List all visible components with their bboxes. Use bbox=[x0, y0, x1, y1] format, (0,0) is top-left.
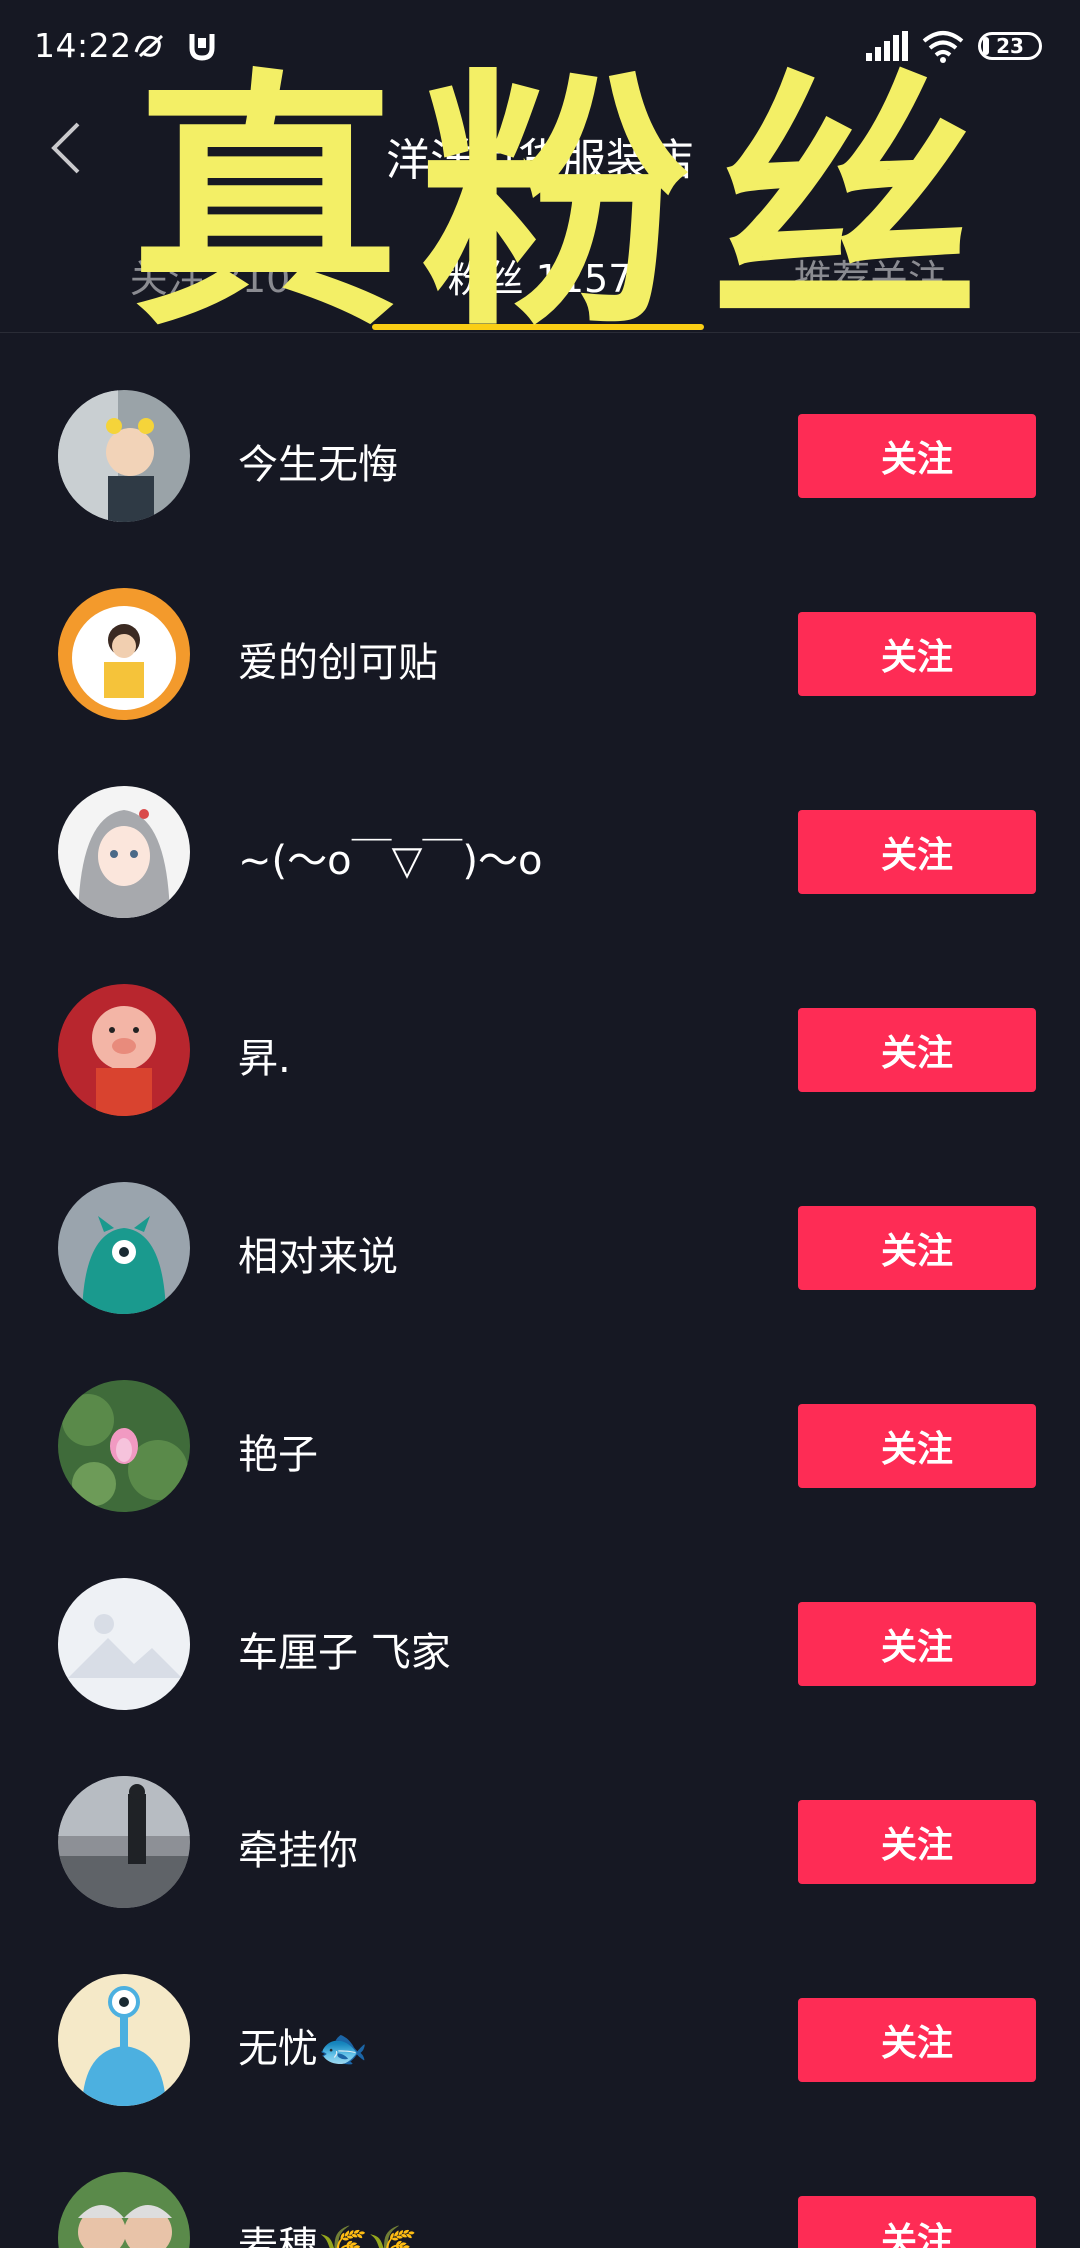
list-item[interactable]: 无忧🐟 关注 bbox=[0, 1916, 1080, 2114]
fan-list: 今生无悔 关注 爱的创可贴 关注 ~(〜o￣▽￣)〜o 关注 昇. 关注 相对来… bbox=[0, 332, 1080, 2248]
status-bar: 14:22 23 bbox=[0, 0, 1080, 96]
list-item[interactable]: 车厘子 飞家 关注 bbox=[0, 1520, 1080, 1718]
avatar[interactable] bbox=[58, 2172, 190, 2248]
tab-bar: 关注 310 粉丝 1157 推荐关注 bbox=[0, 230, 1080, 333]
battery-percent: 23 bbox=[996, 34, 1024, 58]
tab-fans[interactable]: 粉丝 1157 bbox=[390, 248, 690, 303]
follow-button[interactable]: 关注 bbox=[798, 1206, 1036, 1290]
fan-name: 车厘子 飞家 bbox=[238, 1630, 451, 1676]
avatar[interactable] bbox=[58, 1182, 190, 1314]
list-item[interactable]: 爱的创可贴 关注 bbox=[0, 530, 1080, 728]
signal-icon bbox=[866, 31, 908, 61]
header: 洋洋百货服装店 bbox=[0, 96, 1080, 206]
follow-button[interactable]: 关注 bbox=[798, 1602, 1036, 1686]
battery-indicator: 23 bbox=[978, 32, 1042, 60]
tab-active-indicator bbox=[372, 324, 704, 330]
fan-name: 牵挂你 bbox=[238, 1828, 358, 1874]
avatar[interactable] bbox=[58, 390, 190, 522]
avatar[interactable] bbox=[58, 984, 190, 1116]
list-item[interactable]: 昇. 关注 bbox=[0, 926, 1080, 1124]
app-badge-icon bbox=[189, 34, 215, 61]
app-notification-icon bbox=[134, 34, 164, 58]
list-item[interactable]: ~(〜o￣▽￣)〜o 关注 bbox=[0, 728, 1080, 926]
fan-name: ~(〜o￣▽￣)〜o bbox=[238, 838, 543, 884]
fan-name: 相对来说 bbox=[238, 1234, 398, 1280]
list-item[interactable]: 今生无悔 关注 bbox=[0, 332, 1080, 530]
follow-button[interactable]: 关注 bbox=[798, 1998, 1036, 2082]
list-item[interactable]: 牵挂你 关注 bbox=[0, 1718, 1080, 1916]
follow-button[interactable]: 关注 bbox=[798, 1008, 1036, 1092]
avatar[interactable] bbox=[58, 1974, 190, 2106]
fan-name: 无忧🐟 bbox=[238, 2026, 368, 2072]
avatar[interactable] bbox=[58, 786, 190, 918]
fan-name: 爱的创可贴 bbox=[238, 640, 438, 686]
fan-name: 昇. bbox=[238, 1036, 291, 1082]
page-title: 洋洋百货服装店 bbox=[386, 135, 694, 186]
follow-button[interactable]: 关注 bbox=[798, 1800, 1036, 1884]
follow-button[interactable]: 关注 bbox=[798, 1404, 1036, 1488]
tab-following[interactable]: 关注 310 bbox=[60, 248, 360, 303]
list-item[interactable]: 艳子 关注 bbox=[0, 1322, 1080, 1520]
avatar[interactable] bbox=[58, 1380, 190, 1512]
status-indicators: 23 bbox=[866, 26, 1042, 66]
fan-name: 今生无悔 bbox=[238, 442, 398, 488]
avatar[interactable] bbox=[58, 1776, 190, 1908]
fan-name: 艳子 bbox=[238, 1432, 318, 1478]
list-item[interactable]: 麦穗🌾🌾 关注 bbox=[0, 2114, 1080, 2248]
tab-recommended[interactable]: 推荐关注 bbox=[720, 248, 1020, 303]
fan-name: 麦穗🌾🌾 bbox=[238, 2224, 418, 2248]
avatar[interactable] bbox=[58, 588, 190, 720]
wifi-icon bbox=[922, 31, 964, 63]
avatar[interactable] bbox=[58, 1578, 190, 1710]
follow-button[interactable]: 关注 bbox=[798, 612, 1036, 696]
fans-list-screen: 14:22 23 洋洋百货服装店 关注 310 粉丝 1157 推荐关注 真粉丝… bbox=[0, 0, 1080, 2248]
follow-button[interactable]: 关注 bbox=[798, 2196, 1036, 2248]
battery-level bbox=[983, 37, 989, 55]
follow-button[interactable]: 关注 bbox=[798, 810, 1036, 894]
status-time: 14:22 bbox=[34, 26, 132, 65]
list-item[interactable]: 相对来说 关注 bbox=[0, 1124, 1080, 1322]
follow-button[interactable]: 关注 bbox=[798, 414, 1036, 498]
